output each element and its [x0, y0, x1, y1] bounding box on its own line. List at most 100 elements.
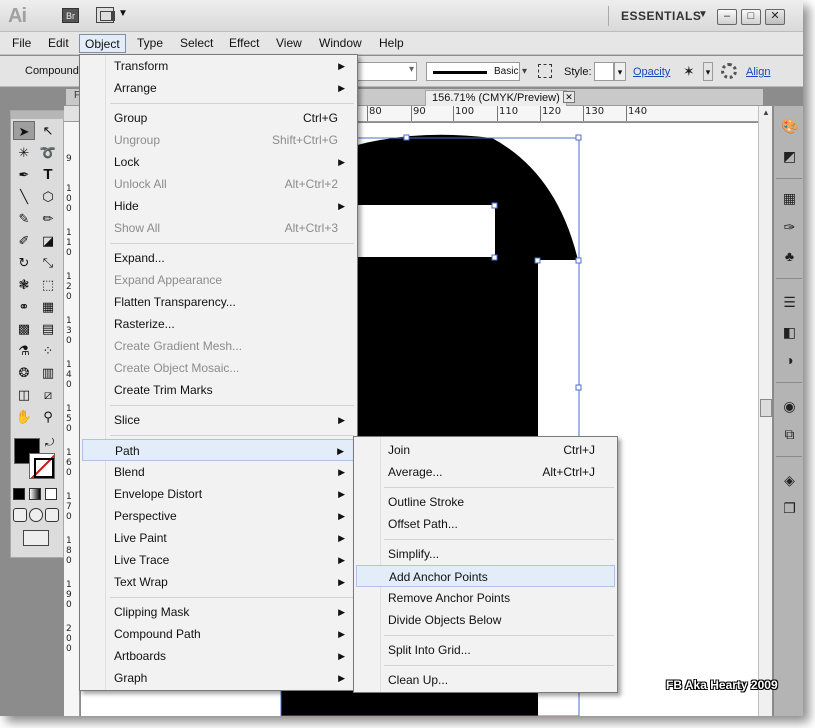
- lasso-tool-icon[interactable]: ➰: [37, 143, 59, 162]
- menu-item-offset-path[interactable]: Offset Path...: [356, 513, 615, 535]
- appearance-panel-icon[interactable]: ◉: [781, 398, 798, 415]
- menu-item-perspective[interactable]: Perspective ▶: [82, 505, 355, 527]
- scroll-up-icon[interactable]: ▲: [759, 106, 773, 120]
- color-guide-icon[interactable]: ◩: [781, 148, 798, 165]
- menu-item-average[interactable]: Average... Alt+Ctrl+J: [356, 461, 615, 483]
- menu-item-live-paint[interactable]: Live Paint ▶: [82, 527, 355, 549]
- column-graph-tool-icon[interactable]: ▥: [37, 363, 59, 382]
- selection-tool-icon[interactable]: ➤: [13, 121, 35, 140]
- ruler-origin[interactable]: [64, 106, 80, 122]
- line-tool-icon[interactable]: ╲: [13, 187, 35, 206]
- menu-item-create-trim-marks[interactable]: Create Trim Marks: [82, 379, 355, 401]
- blend-tool-icon[interactable]: ⁘: [37, 341, 59, 360]
- menu-item-compound-path[interactable]: Compound Path ▶: [82, 623, 355, 645]
- symbols-panel-icon[interactable]: ♣: [781, 248, 798, 265]
- menu-item-add-anchor-points[interactable]: Add Anchor Points: [356, 565, 615, 587]
- direct-selection-tool-icon[interactable]: ↖: [37, 121, 59, 140]
- chevron-down-icon[interactable]: ▾: [703, 62, 713, 81]
- gradient-tool-icon[interactable]: ▤: [37, 319, 59, 338]
- none-mode-icon[interactable]: [45, 488, 57, 500]
- bridge-button[interactable]: Br: [62, 8, 79, 23]
- chevron-down-icon[interactable]: ▾: [614, 62, 626, 81]
- menu-item-slice[interactable]: Slice ▶: [82, 409, 355, 431]
- eyedropper-tool-icon[interactable]: ⚗: [13, 341, 35, 360]
- artboard-tool-icon[interactable]: ◫: [13, 385, 35, 404]
- chevron-down-icon[interactable]: ▼: [698, 9, 708, 20]
- free-transform-tool-icon[interactable]: ⬚: [37, 275, 59, 294]
- stroke-weight-field[interactable]: [357, 62, 417, 81]
- menu-type[interactable]: Type: [137, 36, 163, 50]
- stroke-color-swatch[interactable]: [29, 453, 55, 479]
- menu-item-create-object-mosaic[interactable]: Create Object Mosaic...: [82, 357, 355, 379]
- pen-tool-icon[interactable]: ✒: [13, 165, 35, 184]
- menu-effect[interactable]: Effect: [229, 36, 259, 50]
- warp-tool-icon[interactable]: ❃: [13, 275, 35, 294]
- opacity-link[interactable]: Opacity: [633, 66, 670, 78]
- arrange-documents-button[interactable]: ▼: [96, 7, 130, 24]
- zoom-tool-icon[interactable]: ⚲: [37, 407, 59, 426]
- menu-item-rasterize[interactable]: Rasterize...: [82, 313, 355, 335]
- variable-width-profile-select[interactable]: Basic: [426, 62, 520, 81]
- menu-view[interactable]: View: [276, 36, 302, 50]
- artboards-panel-icon[interactable]: ❐: [781, 500, 798, 517]
- menu-item-path[interactable]: Path ▶: [82, 439, 355, 461]
- menu-file[interactable]: File: [12, 36, 31, 50]
- close-button[interactable]: ✕: [765, 9, 785, 25]
- minimize-button[interactable]: –: [717, 9, 737, 25]
- symbol-sprayer-tool-icon[interactable]: ❂: [13, 363, 35, 382]
- close-icon[interactable]: ✕: [563, 91, 575, 103]
- menu-item-split-into-grid[interactable]: Split Into Grid...: [356, 639, 615, 661]
- menu-item-clipping-mask[interactable]: Clipping Mask ▶: [82, 601, 355, 623]
- menu-item-unlock-all[interactable]: Unlock All Alt+Ctrl+2: [82, 173, 355, 195]
- scroll-thumb[interactable]: [760, 399, 772, 417]
- hand-tool-icon[interactable]: ✋: [13, 407, 35, 426]
- menu-item-blend[interactable]: Blend ▶: [82, 461, 355, 483]
- color-panel-icon[interactable]: 🎨: [781, 118, 798, 135]
- menu-item-live-trace[interactable]: Live Trace ▶: [82, 549, 355, 571]
- menu-item-expand[interactable]: Expand...: [82, 247, 355, 269]
- graphic-style-swatch[interactable]: [594, 62, 614, 81]
- menu-item-group[interactable]: Group Ctrl+G: [82, 107, 355, 129]
- magic-wand-tool-icon[interactable]: ✳: [13, 143, 35, 162]
- menu-item-lock[interactable]: Lock ▶: [82, 151, 355, 173]
- screen-mode-icon[interactable]: [23, 530, 49, 546]
- menu-item-graph[interactable]: Graph ▶: [82, 667, 355, 689]
- rotate-tool-icon[interactable]: ↻: [13, 253, 35, 272]
- document-tab-partial[interactable]: F: [66, 90, 80, 101]
- type-tool-icon[interactable]: T: [37, 165, 59, 184]
- menu-select[interactable]: Select: [180, 36, 213, 50]
- menu-item-envelope-distort[interactable]: Envelope Distort ▶: [82, 483, 355, 505]
- layers-panel-icon[interactable]: ◈: [781, 472, 798, 489]
- brushes-panel-icon[interactable]: ✑: [781, 219, 798, 236]
- menu-item-hide[interactable]: Hide ▶: [82, 195, 355, 217]
- menu-item-arrange[interactable]: Arrange ▶: [82, 77, 355, 99]
- brush-definition-icon[interactable]: [538, 64, 552, 78]
- menu-item-simplify[interactable]: Simplify...: [356, 543, 615, 565]
- menu-help[interactable]: Help: [379, 36, 404, 50]
- mesh-tool-icon[interactable]: ▩: [13, 319, 35, 338]
- slice-tool-icon[interactable]: ⧄: [37, 385, 59, 404]
- menu-item-create-gradient-mesh[interactable]: Create Gradient Mesh...: [82, 335, 355, 357]
- menu-item-expand-appearance[interactable]: Expand Appearance: [82, 269, 355, 291]
- menu-item-ungroup[interactable]: Ungroup Shift+Ctrl+G: [82, 129, 355, 151]
- graphic-styles-panel-icon[interactable]: ⧉: [781, 426, 798, 443]
- menu-window[interactable]: Window: [319, 36, 362, 50]
- chevron-down-icon[interactable]: ▾: [522, 62, 532, 81]
- gradient-mode-icon[interactable]: [29, 488, 41, 500]
- blob-brush-tool-icon[interactable]: ✐: [13, 231, 35, 250]
- draw-inside-icon[interactable]: [45, 508, 59, 522]
- recolor-sparkle-icon[interactable]: ✶: [683, 63, 695, 80]
- menu-item-text-wrap[interactable]: Text Wrap ▶: [82, 571, 355, 593]
- perspective-grid-tool-icon[interactable]: ▦: [37, 297, 59, 316]
- menu-item-divide-objects-below[interactable]: Divide Objects Below: [356, 609, 615, 631]
- menu-item-transform[interactable]: Transform ▶: [82, 55, 355, 77]
- swap-fill-stroke-icon[interactable]: ⤾: [45, 437, 54, 450]
- workspace-switcher[interactable]: ESSENTIALS: [621, 9, 701, 23]
- menu-item-show-all[interactable]: Show All Alt+Ctrl+3: [82, 217, 355, 239]
- gradient-panel-icon[interactable]: ◧: [781, 324, 798, 341]
- shape-builder-tool-icon[interactable]: ⚭: [13, 297, 35, 316]
- draw-normal-icon[interactable]: [13, 508, 27, 522]
- menu-item-artboards[interactable]: Artboards ▶: [82, 645, 355, 667]
- menu-item-flatten-transparency[interactable]: Flatten Transparency...: [82, 291, 355, 313]
- transparency-panel-icon[interactable]: ◑: [781, 352, 798, 369]
